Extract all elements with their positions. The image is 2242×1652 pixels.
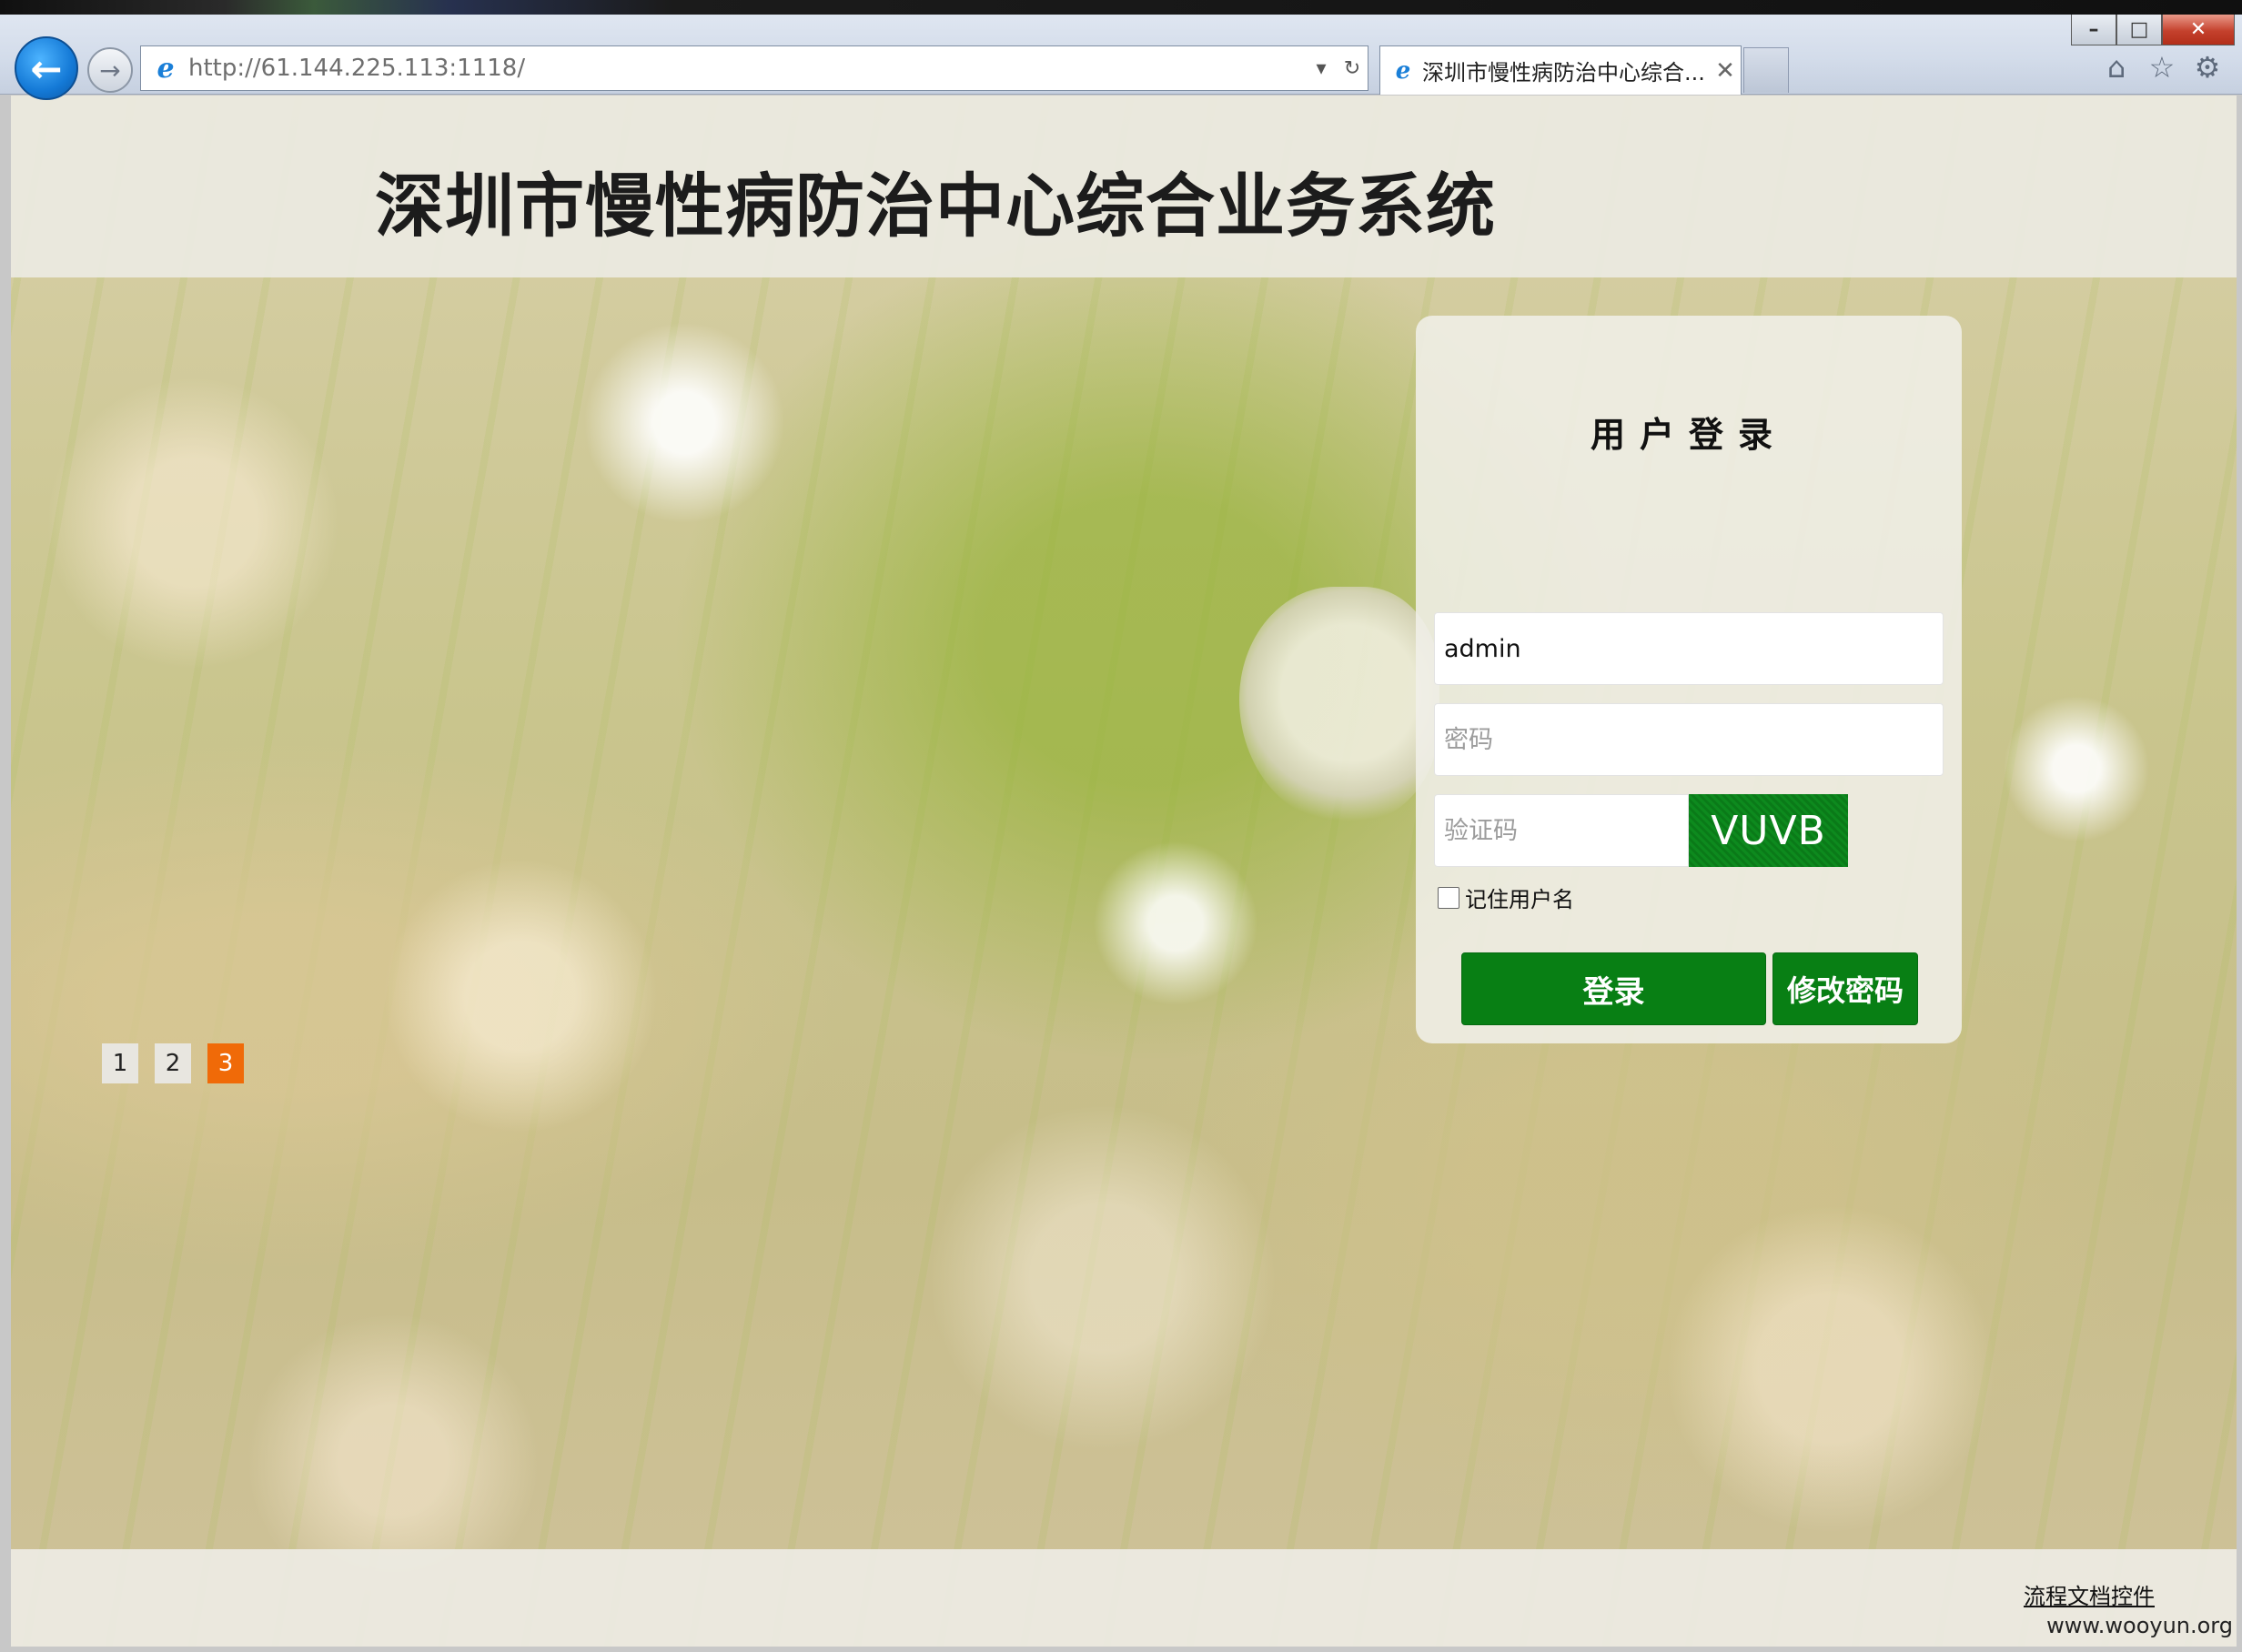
remember-username-checkbox[interactable] xyxy=(1438,886,1459,909)
page-title: 深圳市慢性病防治中心综合业务系统 xyxy=(375,166,1496,247)
login-panel: 用户登录 VUVB 记住用户名 登录 修改密码 xyxy=(1416,316,1962,1043)
minimize-button[interactable]: – xyxy=(2071,15,2116,45)
tab-favicon-icon: e xyxy=(1395,56,1411,85)
watermark-text: www.wooyun.org xyxy=(2046,1613,2233,1638)
forward-button[interactable]: → xyxy=(87,47,133,93)
captcha-text: VUVB xyxy=(1711,807,1826,854)
slideshow-pager: 1 2 3 xyxy=(102,1043,244,1083)
back-button[interactable]: ← xyxy=(15,36,78,100)
ie-logo-icon: e xyxy=(157,52,175,85)
remember-username-label: 记住用户名 xyxy=(1465,887,1574,912)
address-bar[interactable]: e http://61.144.225.113:1118/ ▾ ↻ xyxy=(140,45,1368,91)
pager-page-3[interactable]: 3 xyxy=(207,1043,244,1083)
footer-band xyxy=(11,1549,2237,1647)
username-input[interactable] xyxy=(1434,612,1944,685)
tab-title: 深圳市慢性病防治中心综合... xyxy=(1422,60,1705,86)
browser-tab[interactable]: e 深圳市慢性病防治中心综合... ✕ xyxy=(1379,45,1742,95)
pager-page-2[interactable]: 2 xyxy=(155,1043,191,1083)
refresh-icon[interactable]: ↻ xyxy=(1337,50,1368,86)
change-password-button[interactable]: 修改密码 xyxy=(1772,952,1918,1025)
arrow-right-icon: → xyxy=(99,55,121,86)
gear-icon[interactable]: ⚙ xyxy=(2191,50,2224,85)
login-title: 用户登录 xyxy=(1590,415,1787,455)
arrow-left-icon: ← xyxy=(30,45,63,91)
password-input[interactable] xyxy=(1434,703,1944,776)
window-titlebar xyxy=(0,0,2242,15)
window-controls: – □ ✕ xyxy=(2071,15,2235,45)
captcha-image[interactable]: VUVB xyxy=(1689,794,1848,867)
login-button[interactable]: 登录 xyxy=(1461,952,1766,1025)
star-icon[interactable]: ☆ xyxy=(2146,50,2178,85)
new-tab-button[interactable] xyxy=(1743,47,1789,93)
tab-close-icon[interactable]: ✕ xyxy=(1710,57,1741,85)
captcha-input[interactable] xyxy=(1434,794,1689,867)
process-document-control-link[interactable]: 流程文档控件 xyxy=(2024,1578,2155,1610)
browser-right-icons: ⌂ ☆ ⚙ xyxy=(2100,50,2224,85)
page-viewport: 深圳市慢性病防治中心综合业务系统 用户登录 VUVB 记住用户名 登录 修改密码… xyxy=(11,96,2237,1647)
close-window-button[interactable]: ✕ xyxy=(2162,15,2235,45)
address-url[interactable]: http://61.144.225.113:1118/ xyxy=(188,55,1306,82)
remember-username-row[interactable]: 记住用户名 xyxy=(1438,881,1574,913)
home-icon[interactable]: ⌂ xyxy=(2100,50,2133,85)
chevron-down-icon[interactable]: ▾ xyxy=(1306,50,1337,86)
pager-page-1[interactable]: 1 xyxy=(102,1043,138,1083)
maximize-button[interactable]: □ xyxy=(2116,15,2162,45)
